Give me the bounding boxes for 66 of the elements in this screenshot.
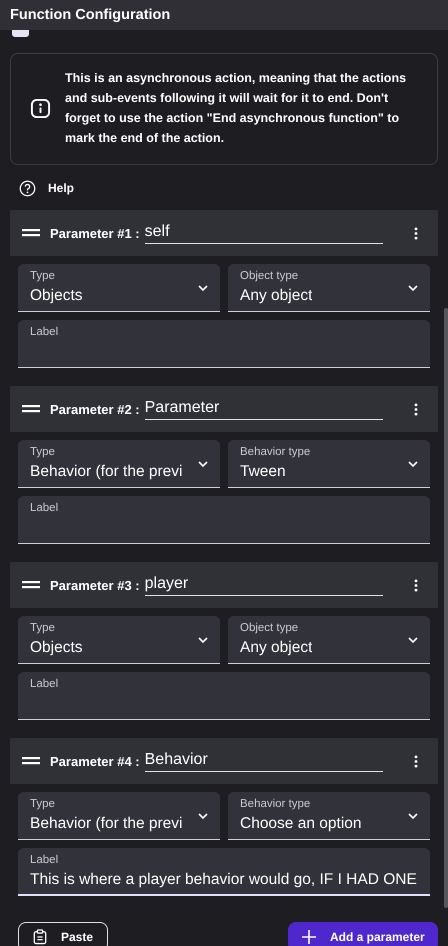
parameter-name-field[interactable]: Behavior xyxy=(144,750,383,772)
parameter-name-field[interactable]: Parameter xyxy=(144,398,383,420)
subtype-select[interactable]: Object type Any object xyxy=(228,616,430,664)
type-select[interactable]: Type Objects xyxy=(18,264,220,312)
chevron-down-icon xyxy=(198,461,208,467)
field-label: Type xyxy=(30,269,56,283)
field-value: Behavior (for the previ xyxy=(30,814,182,834)
field-label: Label xyxy=(30,325,60,339)
info-icon xyxy=(30,98,51,118)
field-label: Behavior type xyxy=(240,445,312,459)
drag-handle-icon[interactable] xyxy=(22,229,40,237)
panel-title: Function Configuration xyxy=(10,7,170,23)
field-value: Any object xyxy=(240,638,312,658)
subtype-select[interactable]: Object type Any object xyxy=(228,264,430,312)
field-label: Object type xyxy=(240,621,300,635)
more-icon[interactable] xyxy=(414,754,418,768)
field-label: Type xyxy=(30,621,56,635)
label-field[interactable]: Label xyxy=(18,496,430,544)
field-value: Tween xyxy=(240,462,286,482)
label-field[interactable]: Label This is where a player behavior would go, IF I HAD ONE xyxy=(18,848,430,896)
chevron-down-icon xyxy=(198,285,208,291)
more-icon[interactable] xyxy=(414,578,418,592)
field-value: This is where a player behavior would go, IF I HAD ONE xyxy=(30,870,418,890)
more-icon[interactable] xyxy=(414,402,418,416)
parameter-title: Parameter #2 : xyxy=(50,402,140,416)
label-field[interactable]: Label xyxy=(18,320,430,368)
type-select[interactable]: Type Behavior (for the previ xyxy=(18,792,220,840)
chevron-down-icon xyxy=(408,637,418,643)
add-parameter-button[interactable]: Add a parameter xyxy=(288,922,438,946)
chevron-down-icon xyxy=(408,461,418,467)
drag-handle-icon[interactable] xyxy=(22,757,40,765)
field-label: Label xyxy=(30,677,60,691)
chevron-down-icon xyxy=(198,637,208,643)
chevron-down-icon xyxy=(198,813,208,819)
field-label: Label xyxy=(30,853,60,867)
subtype-select[interactable]: Behavior type Tween xyxy=(228,440,430,488)
more-icon[interactable] xyxy=(414,226,418,240)
drag-handle-icon[interactable] xyxy=(22,405,40,413)
paste-button[interactable]: Paste xyxy=(18,922,108,946)
parameter-title: Parameter #3 : xyxy=(50,578,140,592)
field-label: Type xyxy=(30,445,56,459)
chevron-down-icon xyxy=(408,285,418,291)
field-value: Choose an option xyxy=(240,814,362,834)
help-link[interactable]: Help xyxy=(48,181,74,195)
type-select[interactable]: Type Behavior (for the previ xyxy=(18,440,220,488)
chevron-down-icon xyxy=(408,813,418,819)
field-value: Any object xyxy=(240,286,312,306)
type-select[interactable]: Type Objects xyxy=(18,616,220,664)
field-label: Object type xyxy=(240,269,300,283)
parameter-title: Parameter #4 : xyxy=(50,754,140,768)
field-value: Behavior (for the previ xyxy=(30,462,182,482)
scrollbar[interactable] xyxy=(444,308,448,908)
plus-icon xyxy=(302,930,316,944)
help-icon[interactable] xyxy=(19,180,36,196)
subtype-select[interactable]: Behavior type Choose an option xyxy=(228,792,430,840)
parameter-title: Parameter #1 : xyxy=(50,226,140,240)
field-label: Type xyxy=(30,797,56,811)
parameter-name-field[interactable]: player xyxy=(144,574,383,596)
field-label: Behavior type xyxy=(240,797,312,811)
field-value: Objects xyxy=(30,286,83,306)
info-text: This is an asynchronous action, meaning that the actions and sub-events following it will wait for it to end. Don't forget to use the action "End asynchronous function" to mark the end of the action. xyxy=(65,70,408,147)
field-label: Label xyxy=(30,501,60,515)
drag-handle-icon[interactable] xyxy=(22,581,40,589)
parameter-name-field[interactable]: self xyxy=(144,222,383,244)
field-value: Objects xyxy=(30,638,83,658)
label-field[interactable]: Label xyxy=(18,672,430,720)
